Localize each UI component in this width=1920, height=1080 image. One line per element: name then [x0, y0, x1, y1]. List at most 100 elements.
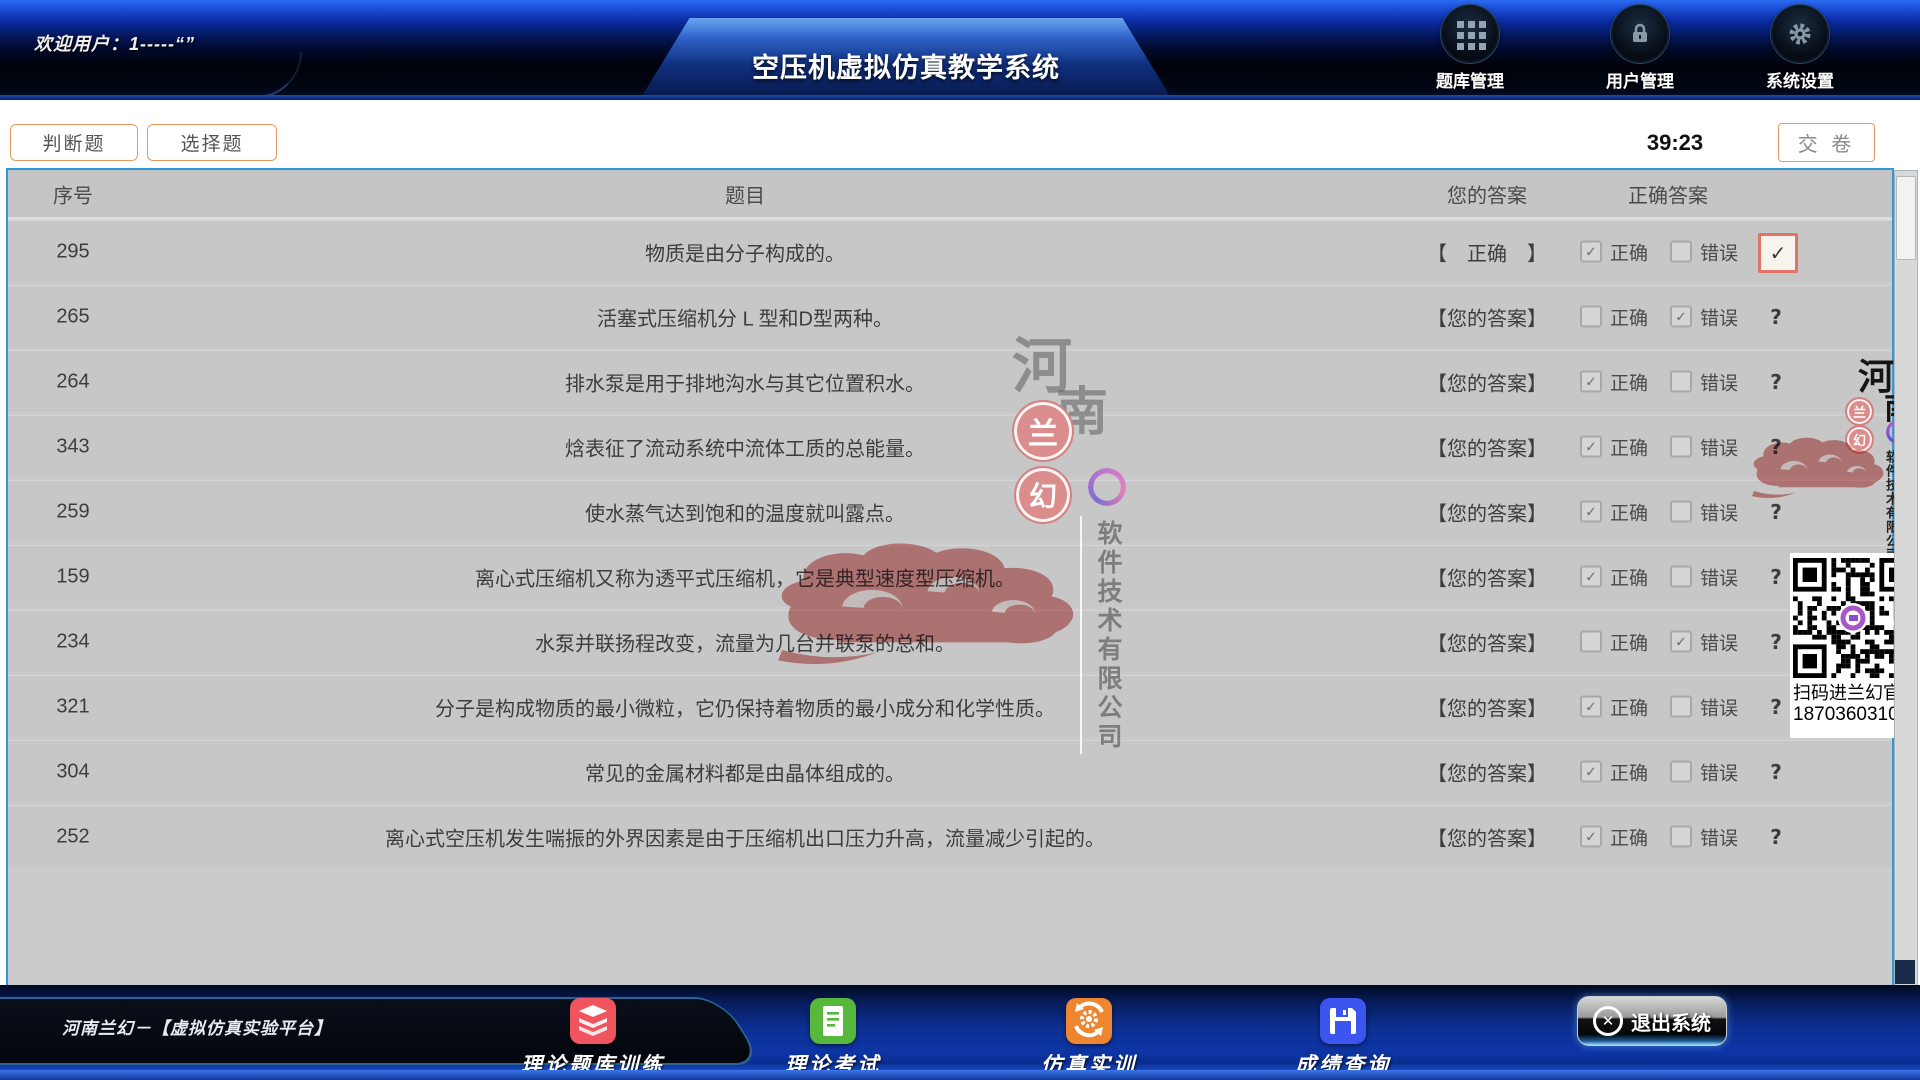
correct-option-false[interactable]: 错误	[1670, 628, 1738, 655]
welcome-user-text: 欢迎用户：1-----“”	[34, 30, 195, 56]
false-checkbox[interactable]	[1670, 371, 1692, 393]
row-question: 离心式空压机发生喘振的外界因素是由于压缩机出口压力升高，流量减少引起的。	[128, 822, 1362, 851]
footer-item-score-query[interactable]: 成绩查询	[1263, 998, 1423, 1079]
false-checkbox[interactable]	[1670, 306, 1692, 328]
your-answer-label: 【您的答案】	[1402, 822, 1572, 851]
submit-paper-button[interactable]: 交 卷	[1778, 123, 1875, 162]
true-checkbox[interactable]	[1580, 761, 1602, 783]
correct-option-true[interactable]: 正确	[1580, 368, 1648, 395]
column-header-your-answer: 您的答案	[1402, 179, 1572, 208]
lock-icon	[1611, 5, 1669, 63]
true-checkbox[interactable]	[1580, 306, 1602, 328]
false-checkbox-label: 错误	[1700, 823, 1738, 850]
stack-icon	[570, 998, 616, 1044]
false-checkbox[interactable]	[1670, 566, 1692, 588]
your-answer-label: 【您的答案】	[1402, 562, 1572, 591]
result-question-icon: ?	[1750, 806, 1802, 867]
table-row: 304常见的金属材料都是由晶体组成的。【您的答案】正确错误?	[8, 740, 1892, 802]
footer-item-label: 仿真实训	[1009, 1049, 1169, 1079]
true-checkbox[interactable]	[1580, 371, 1602, 393]
false-checkbox[interactable]	[1670, 436, 1692, 458]
correct-option-true[interactable]: 正确	[1580, 693, 1648, 720]
true-checkbox-label: 正确	[1610, 758, 1648, 785]
scrollbar-bottom-block[interactable]	[1895, 960, 1915, 984]
row-index: 159	[38, 565, 108, 588]
true-checkbox[interactable]	[1580, 436, 1602, 458]
score-save-icon	[1320, 998, 1366, 1044]
false-checkbox-label: 错误	[1700, 368, 1738, 395]
table-row: 265活塞式压缩机分 L 型和D型两种。【您的答案】正确错误?	[8, 285, 1892, 347]
true-checkbox[interactable]	[1580, 631, 1602, 653]
scrollbar-thumb[interactable]	[1896, 176, 1916, 260]
false-checkbox[interactable]	[1670, 826, 1692, 848]
table-header-row: 序号 题目 您的答案 正确答案	[8, 170, 1892, 220]
vertical-scrollbar[interactable]	[1894, 170, 1918, 987]
table-row: 321分子是构成物质的最小微粒，它仍保持着物质的最小成分和化学性质。【您的答案】…	[8, 675, 1892, 737]
true-checkbox[interactable]	[1580, 826, 1602, 848]
correct-option-false[interactable]: 错误	[1670, 368, 1738, 395]
tab-true-false-questions[interactable]: 判断题	[10, 124, 138, 161]
table-row: 159 离心式压缩机又称为透平式压缩机，它是典型速度型压缩机。 【您的答案】正确错误…	[8, 545, 1892, 607]
footer-item-label: 理论考试	[753, 1049, 913, 1079]
row-question: 活塞式压缩机分 L 型和D型两种。	[128, 302, 1362, 331]
true-checkbox[interactable]	[1580, 696, 1602, 718]
correct-option-false[interactable]: 错误	[1670, 758, 1738, 785]
true-checkbox-label: 正确	[1610, 238, 1648, 265]
correct-option-false[interactable]: 错误	[1670, 693, 1738, 720]
row-index: 304	[38, 760, 108, 783]
correct-option-true[interactable]: 正确	[1580, 823, 1648, 850]
correct-option-false[interactable]: 错误	[1670, 303, 1738, 330]
correct-option-true[interactable]: 正确	[1580, 628, 1648, 655]
true-checkbox-label: 正确	[1610, 433, 1648, 460]
true-checkbox[interactable]	[1580, 501, 1602, 523]
true-checkbox-label: 正确	[1610, 368, 1648, 395]
row-index: 321	[38, 695, 108, 718]
correct-option-false[interactable]: 错误	[1670, 498, 1738, 525]
correct-option-true[interactable]: 正确	[1580, 563, 1648, 590]
true-checkbox[interactable]	[1580, 241, 1602, 263]
correct-option-true[interactable]: 正确	[1580, 238, 1648, 265]
gear-icon	[1771, 5, 1829, 63]
footer-item-theory-exam[interactable]: 理论考试	[753, 998, 913, 1079]
exit-system-label: 退出系统	[1631, 1007, 1711, 1036]
false-checkbox[interactable]	[1670, 631, 1692, 653]
false-checkbox-label: 错误	[1700, 758, 1738, 785]
exit-system-button[interactable]: ✕ 退出系统	[1577, 996, 1727, 1046]
table-row: 264排水泵是用于排地沟水与其它位置积水。【您的答案】正确错误?	[8, 350, 1892, 412]
correct-option-false[interactable]: 错误	[1670, 238, 1738, 265]
nav-question-bank[interactable]: 题库管理	[1425, 5, 1515, 92]
nav-user-management[interactable]: 用户管理	[1595, 5, 1685, 92]
your-answer-label: 【 正确 】	[1402, 237, 1572, 266]
correct-option-false[interactable]: 错误	[1670, 823, 1738, 850]
nav-label: 题库管理	[1425, 67, 1515, 92]
nav-system-settings[interactable]: 系统设置	[1755, 5, 1845, 92]
simulation-gear-icon	[1066, 998, 1112, 1044]
table-row: 295物质是由分子构成的。【 正确 】正确错误✓	[8, 220, 1892, 282]
false-checkbox[interactable]	[1670, 696, 1692, 718]
row-index: 265	[38, 305, 108, 328]
correct-option-true[interactable]: 正确	[1580, 498, 1648, 525]
row-question: 离心式压缩机又称为透平式压缩机，它是典型速度型压缩机。	[128, 562, 1362, 591]
brand-text: 河南兰幻－【虚拟仿真实验平台】	[62, 1014, 332, 1039]
false-checkbox[interactable]	[1670, 761, 1692, 783]
tab-multiple-choice-questions[interactable]: 选择题	[147, 124, 277, 161]
footer-item-question-bank-training[interactable]: 理论题库训练	[513, 998, 673, 1079]
false-checkbox[interactable]	[1670, 241, 1692, 263]
correct-option-true[interactable]: 正确	[1580, 758, 1648, 785]
nav-label: 用户管理	[1595, 67, 1685, 92]
exam-countdown-timer: 39:23	[1620, 130, 1730, 156]
result-question-icon: ?	[1750, 416, 1802, 477]
false-checkbox[interactable]	[1670, 501, 1692, 523]
your-answer-label: 【您的答案】	[1402, 367, 1572, 396]
footer-item-simulation-training[interactable]: 仿真实训	[1009, 998, 1169, 1079]
header-decor-curve	[0, 52, 302, 98]
correct-option-true[interactable]: 正确	[1580, 303, 1648, 330]
your-answer-label: 【您的答案】	[1402, 302, 1572, 331]
true-checkbox[interactable]	[1580, 566, 1602, 588]
false-checkbox-label: 错误	[1700, 628, 1738, 655]
table-row: 234水泵并联扬程改变，流量为几台并联泵的总和。【您的答案】正确错误?	[8, 610, 1892, 672]
correct-option-false[interactable]: 错误	[1670, 563, 1738, 590]
correct-option-true[interactable]: 正确	[1580, 433, 1648, 460]
column-header-correct-answer: 正确答案	[1578, 179, 1758, 208]
correct-option-false[interactable]: 错误	[1670, 433, 1738, 460]
